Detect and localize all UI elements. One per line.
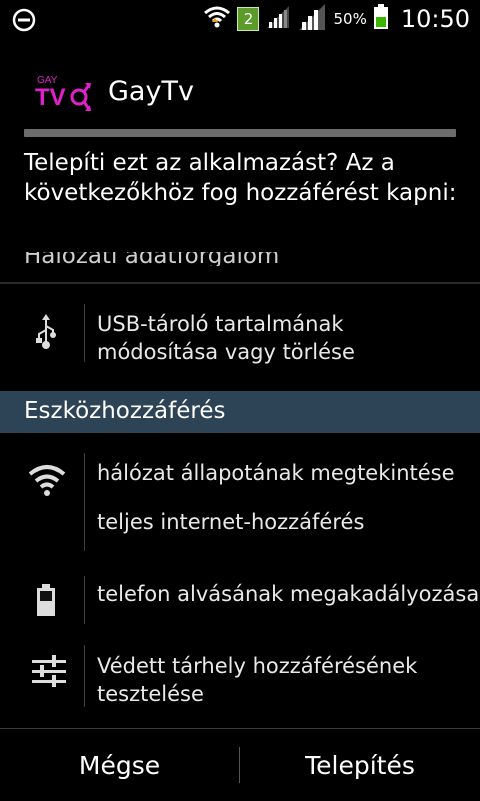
app-header: GAY TV GayTv: [0, 60, 480, 122]
status-bar: 2 50% 10:50: [0, 0, 480, 38]
clock: 10:50: [400, 5, 470, 33]
battery-percent: 50%: [333, 10, 367, 28]
bottom-button-bar: Mégse Telepítés: [0, 728, 480, 801]
signal-icon: [265, 4, 291, 34]
status-icons: 2 50% 10:50: [203, 0, 470, 38]
install-question: Telepíti ezt az alkalmazást? Az a követk…: [24, 150, 457, 206]
usb-icon: [30, 312, 66, 349]
notification-badge: 2: [237, 7, 260, 31]
wifi-status-icon: [203, 4, 231, 34]
sliders-icon: [30, 654, 66, 690]
battery-status-icon: [373, 4, 389, 34]
cancel-button[interactable]: Mégse: [0, 729, 239, 801]
permission-divider: [84, 576, 85, 624]
minus-circle-icon: [12, 8, 36, 36]
permission-text: USB-tároló tartalmának: [97, 312, 344, 336]
permission-text: hálózat állapotának megtekintése: [97, 461, 455, 485]
app-name: GayTv: [108, 76, 194, 107]
install-button[interactable]: Telepítés: [240, 729, 480, 801]
wifi-icon: [28, 462, 66, 498]
section-divider: [0, 266, 480, 284]
section-header-device-access: Eszközhozzáférés: [0, 391, 480, 433]
permission-text: teljes internet-hozzáférés: [97, 510, 365, 534]
permission-text: módosítása vagy törlése: [97, 340, 355, 364]
signal-alt-icon: [297, 2, 327, 36]
app-logo-main-text: TV: [35, 84, 66, 111]
progress-bar: [24, 129, 456, 137]
permission-divider: [84, 304, 85, 362]
permission-divider: [84, 453, 85, 551]
permission-text: tesztelése: [97, 682, 204, 706]
app-logo-icon: GAY TV: [34, 67, 92, 115]
permission-text: telefon alvásának megakadályozása: [97, 582, 480, 606]
section-title: Eszközhozzáférés: [24, 398, 226, 424]
permission-divider: [84, 645, 85, 707]
battery-icon: [34, 584, 70, 620]
permission-text: Védett tárhely hozzáférésének: [97, 654, 418, 678]
